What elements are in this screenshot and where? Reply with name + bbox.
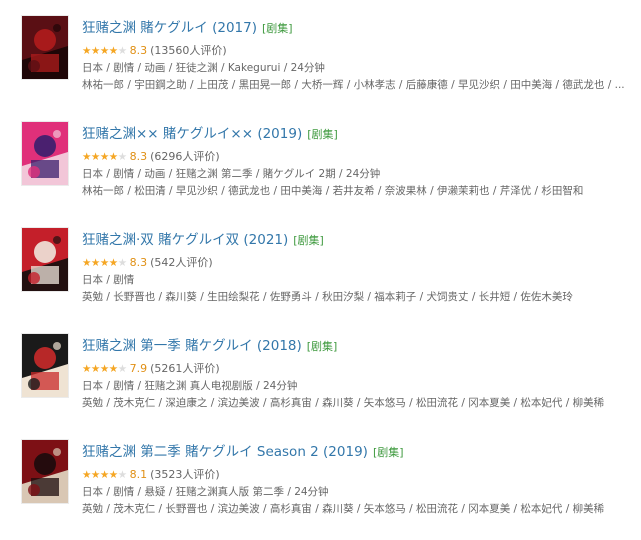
star-full-icon: ★ bbox=[82, 363, 91, 375]
star-full-icon: ★ bbox=[90, 469, 100, 481]
rating-count: (13560人评价) bbox=[150, 44, 227, 57]
title-link[interactable]: 狂赌之渊 第二季 賭ケグルイ Season 2 (2019) bbox=[82, 444, 368, 460]
star-full-icon: ★ bbox=[99, 151, 109, 163]
cast-list: 英勉 / 茂木克仁 / 长野晋也 / 滨边美波 / 高杉真宙 / 森川葵 / 矢… bbox=[82, 503, 605, 515]
category-tag[interactable]: [剧集] bbox=[307, 340, 338, 353]
rating-row: ★★★★★ 8.3 (6296人评价) bbox=[82, 145, 634, 165]
rating-stars-icon: ★★★★★ bbox=[82, 257, 127, 269]
category-tag[interactable]: [剧集] bbox=[293, 234, 324, 247]
result-item: 狂赌之渊 賭ケグルイ (2017) [剧集] ★★★★★ 8.3 (13560人评价)… bbox=[0, 16, 641, 106]
rating-count: (542人评价) bbox=[150, 256, 213, 269]
meta-info: 日本 / 剧情 / 悬疑 / 狂赌之渊真人版 第二季 / 24分钟 bbox=[82, 486, 329, 498]
category-tag[interactable]: [剧集] bbox=[307, 128, 338, 141]
meta-info: 日本 / 剧情 / 狂赌之渊 真人电视剧版 / 24分钟 bbox=[82, 380, 298, 392]
title-row: 狂赌之渊 賭ケグルイ (2017) [剧集] bbox=[82, 16, 634, 38]
rating-score: 7.9 bbox=[129, 362, 148, 375]
rating-count: (5261人评价) bbox=[150, 362, 220, 375]
meta-info: 日本 / 剧情 / 动画 / 狂徒之渊 / Kakegurui / 24分钟 bbox=[82, 62, 325, 74]
poster-artwork bbox=[22, 440, 68, 503]
result-item: 狂赌之渊·双 賭ケグルイ双 (2021) [剧集] ★★★★★ 8.3 (542人评价… bbox=[0, 228, 641, 318]
rating-row: ★★★★★ 7.9 (5261人评价) bbox=[82, 357, 634, 377]
star-full-icon: ★ bbox=[90, 257, 100, 269]
title-link[interactable]: 狂赌之渊·双 賭ケグルイ双 (2021) bbox=[82, 232, 288, 248]
title-row: 狂赌之渊×× 賭ケグルイ×× (2019) [剧集] bbox=[82, 122, 634, 144]
star-full-icon: ★ bbox=[82, 469, 91, 481]
star-full-icon: ★ bbox=[90, 45, 100, 57]
poster-image[interactable] bbox=[22, 16, 68, 79]
poster-image[interactable] bbox=[22, 122, 68, 185]
star-empty-icon: ★ bbox=[117, 469, 127, 481]
rating-score: 8.1 bbox=[129, 468, 148, 481]
poster-artwork bbox=[22, 16, 68, 79]
star-full-icon: ★ bbox=[99, 363, 109, 375]
title-link[interactable]: 狂赌之渊 第一季 賭ケグルイ (2018) bbox=[82, 338, 302, 354]
cast-list: 林祐一郎 / 宇田鋼之助 / 上田茂 / 黒田晃一郎 / 大桥一辉 / 小林孝志… bbox=[82, 79, 625, 91]
rating-stars-icon: ★★★★★ bbox=[82, 45, 127, 57]
title-link[interactable]: 狂赌之渊×× 賭ケグルイ×× (2019) bbox=[82, 126, 302, 142]
rating-row: ★★★★★ 8.1 (3523人评价) bbox=[82, 463, 634, 483]
result-info: 狂赌之渊 第二季 賭ケグルイ Season 2 (2019) [剧集] ★★★★★… bbox=[82, 440, 634, 518]
star-full-icon: ★ bbox=[82, 151, 91, 163]
star-full-icon: ★ bbox=[82, 45, 91, 57]
star-empty-icon: ★ bbox=[117, 363, 127, 375]
cast-list: 英勉 / 茂木克仁 / 深迫康之 / 滨边美波 / 高杉真宙 / 森川葵 / 矢… bbox=[82, 397, 605, 409]
star-full-icon: ★ bbox=[99, 45, 109, 57]
rating-score: 8.3 bbox=[129, 150, 148, 163]
poster-artwork bbox=[22, 334, 68, 397]
rating-score: 8.3 bbox=[129, 256, 148, 269]
result-info: 狂赌之渊 第一季 賭ケグルイ (2018) [剧集] ★★★★★ 7.9 (5261人… bbox=[82, 334, 634, 412]
poster-image[interactable] bbox=[22, 334, 68, 397]
poster-artwork bbox=[22, 228, 68, 291]
rating-score: 8.3 bbox=[129, 44, 148, 57]
rating-stars-icon: ★★★★★ bbox=[82, 363, 127, 375]
star-full-icon: ★ bbox=[90, 363, 100, 375]
result-item: 狂赌之渊×× 賭ケグルイ×× (2019) [剧集] ★★★★★ 8.3 (6296人… bbox=[0, 122, 641, 212]
star-full-icon: ★ bbox=[90, 151, 100, 163]
poster-image[interactable] bbox=[22, 228, 68, 291]
title-row: 狂赌之渊·双 賭ケグルイ双 (2021) [剧集] bbox=[82, 228, 634, 250]
rating-count: (6296人评价) bbox=[150, 150, 220, 163]
meta-info: 日本 / 剧情 bbox=[82, 274, 135, 286]
result-info: 狂赌之渊 賭ケグルイ (2017) [剧集] ★★★★★ 8.3 (13560人评价)… bbox=[82, 16, 634, 94]
cast-list: 英勉 / 长野晋也 / 森川葵 / 生田绘梨花 / 佐野勇斗 / 秋田汐梨 / … bbox=[82, 291, 573, 303]
star-full-icon: ★ bbox=[108, 257, 118, 269]
rating-stars-icon: ★★★★★ bbox=[82, 151, 127, 163]
result-info: 狂赌之渊·双 賭ケグルイ双 (2021) [剧集] ★★★★★ 8.3 (542人评价… bbox=[82, 228, 634, 306]
title-row: 狂赌之渊 第一季 賭ケグルイ (2018) [剧集] bbox=[82, 334, 634, 356]
star-full-icon: ★ bbox=[82, 257, 91, 269]
cast-list: 林祐一郎 / 松田清 / 早见沙织 / 德武龙也 / 田中美海 / 若井友希 /… bbox=[82, 185, 584, 197]
result-item: 狂赌之渊 第一季 賭ケグルイ (2018) [剧集] ★★★★★ 7.9 (5261人… bbox=[0, 334, 641, 424]
star-full-icon: ★ bbox=[108, 45, 118, 57]
star-full-icon: ★ bbox=[99, 469, 109, 481]
rating-row: ★★★★★ 8.3 (542人评价) bbox=[82, 251, 634, 271]
poster-artwork bbox=[22, 122, 68, 185]
star-empty-icon: ★ bbox=[117, 45, 127, 57]
rating-count: (3523人评价) bbox=[150, 468, 220, 481]
result-item: 狂赌之渊 第二季 賭ケグルイ Season 2 (2019) [剧集] ★★★★★… bbox=[0, 440, 641, 530]
star-full-icon: ★ bbox=[108, 151, 118, 163]
title-row: 狂赌之渊 第二季 賭ケグルイ Season 2 (2019) [剧集] bbox=[82, 440, 634, 462]
result-info: 狂赌之渊×× 賭ケグルイ×× (2019) [剧集] ★★★★★ 8.3 (6296人… bbox=[82, 122, 634, 200]
star-full-icon: ★ bbox=[108, 469, 118, 481]
star-empty-icon: ★ bbox=[117, 151, 127, 163]
category-tag[interactable]: [剧集] bbox=[373, 446, 404, 459]
star-full-icon: ★ bbox=[99, 257, 109, 269]
title-link[interactable]: 狂赌之渊 賭ケグルイ (2017) bbox=[82, 20, 257, 36]
rating-stars-icon: ★★★★★ bbox=[82, 469, 127, 481]
meta-info: 日本 / 剧情 / 动画 / 狂赌之渊 第二季 / 賭ケグルイ 2期 / 24分… bbox=[82, 168, 381, 180]
poster-image[interactable] bbox=[22, 440, 68, 503]
star-empty-icon: ★ bbox=[117, 257, 127, 269]
category-tag[interactable]: [剧集] bbox=[262, 22, 293, 35]
star-full-icon: ★ bbox=[108, 363, 118, 375]
rating-row: ★★★★★ 8.3 (13560人评价) bbox=[82, 39, 634, 59]
